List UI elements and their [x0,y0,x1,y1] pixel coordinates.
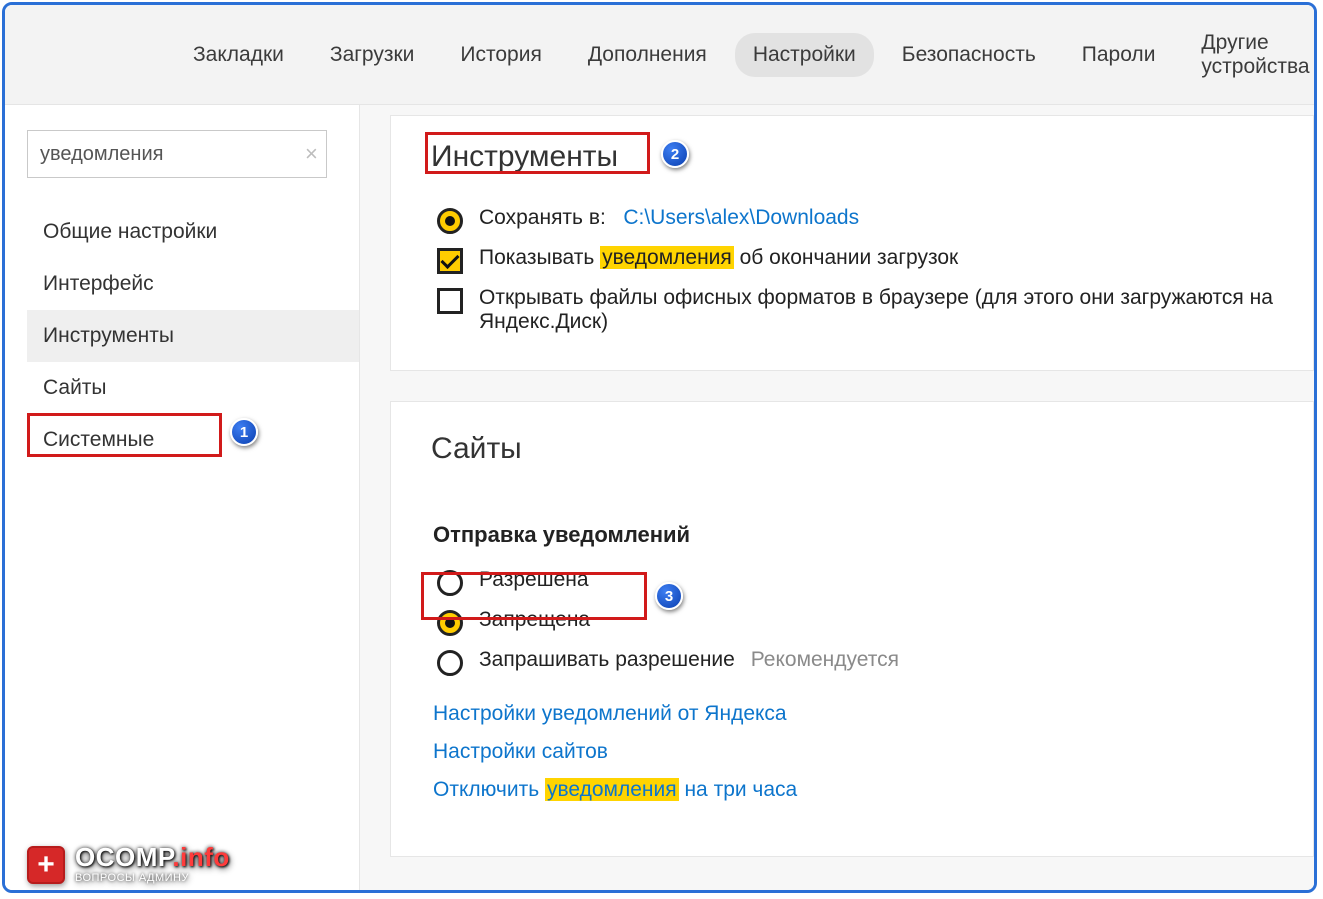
notify-subheading: Отправка уведомлений [433,522,1277,548]
section-tools: Инструменты 2 Сохранять в: C:\Users\alex… [390,115,1314,371]
clear-icon[interactable]: × [305,141,318,167]
sidebar-item-sites[interactable]: Сайты [27,362,359,414]
radio-save-to[interactable] [437,208,463,234]
save-to-label: Сохранять в: [479,206,606,229]
watermark-logo: + OCOMP.info ВОПРОСЫ АДМИНУ [27,845,230,884]
option-save-to: Сохранять в: C:\Users\alex\Downloads [427,200,1277,240]
sidebar-item-general[interactable]: Общие настройки [27,206,359,258]
tab-addons[interactable]: Дополнения [570,33,725,77]
radio-ask[interactable] [437,650,463,676]
notify-allowed: Разрешена [427,562,1277,602]
top-tabs: Закладки Загрузки История Дополнения Нас… [5,5,1314,105]
radio-denied[interactable] [437,610,463,636]
search-input[interactable] [40,143,305,166]
notify-ask: Запрашивать разрешение Рекомендуется [427,642,1277,682]
link-site-settings[interactable]: Настройки сайтов [433,740,1277,764]
settings-search[interactable]: × [27,130,327,178]
option-download-notify: Показывать уведомления об окончании загр… [427,240,1277,280]
sidebar-item-tools[interactable]: Инструменты [27,310,359,362]
notify-highlight: уведомления [600,246,734,269]
save-to-path[interactable]: C:\Users\alex\Downloads [623,206,859,229]
mute-suffix: на три часа [679,778,798,801]
notification-links: Настройки уведомлений от Яндекса Настрой… [427,702,1277,802]
notify-suffix: об окончании загрузок [734,246,958,269]
notify-prefix: Показывать [479,246,600,269]
sites-heading: Сайты [427,430,526,468]
mute-prefix: Отключить [433,778,545,801]
tab-downloads[interactable]: Загрузки [312,33,433,77]
radio-allowed[interactable] [437,570,463,596]
tools-heading: Инструменты [427,138,622,176]
checkbox-open-office[interactable] [437,288,463,314]
checkbox-download-notify[interactable] [437,248,463,274]
settings-sidebar: × Общие настройки Интерфейс Инструменты … [5,105,360,890]
open-office-label: Открывать файлы офисных форматов в брауз… [479,286,1277,334]
tab-history[interactable]: История [442,33,559,77]
plus-icon: + [27,846,65,884]
settings-main: Инструменты 2 Сохранять в: C:\Users\alex… [360,105,1314,890]
annotation-badge-3: 3 [655,582,683,610]
mute-highlight: уведомления [545,778,679,801]
sidebar-item-interface[interactable]: Интерфейс [27,258,359,310]
tab-passwords[interactable]: Пароли [1064,33,1174,77]
tab-other-devices[interactable]: Другие устройства [1183,21,1317,89]
section-sites: Сайты Отправка уведомлений Разрешена Зап… [390,401,1314,857]
sidebar-item-system[interactable]: Системные [27,414,359,466]
link-mute-3h[interactable]: Отключить уведомления на три часа [433,778,1277,802]
label-denied: Запрещена [479,608,590,632]
annotation-badge-2: 2 [661,140,689,168]
logo-brand: OCOMP [75,842,172,872]
logo-tld: .info [172,842,229,872]
logo-tagline: ВОПРОСЫ АДМИНУ [75,872,230,884]
tab-settings[interactable]: Настройки [735,33,874,77]
label-ask-hint: Рекомендуется [751,648,899,671]
label-ask: Запрашивать разрешение [479,648,735,671]
notify-denied: Запрещена [427,602,1277,642]
tab-security[interactable]: Безопасность [884,33,1054,77]
option-open-office: Открывать файлы офисных форматов в брауз… [427,280,1277,340]
label-allowed: Разрешена [479,568,589,592]
tab-bookmarks[interactable]: Закладки [175,33,302,77]
link-yandex-notify[interactable]: Настройки уведомлений от Яндекса [433,702,1277,726]
annotation-badge-1: 1 [230,418,258,446]
